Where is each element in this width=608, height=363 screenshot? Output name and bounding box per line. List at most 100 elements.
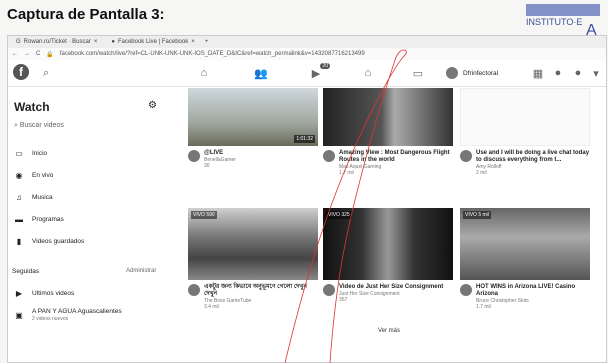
sidebar-item-label: Ultimos videos bbox=[32, 289, 75, 297]
notification-badge: 20 bbox=[320, 63, 330, 69]
tab-facebook[interactable]: ● Facebook Live | Facebook × bbox=[107, 39, 198, 45]
back-icon[interactable]: ← bbox=[12, 51, 18, 57]
reaction-count: 30 bbox=[204, 163, 210, 170]
facebook-logo-icon[interactable]: f bbox=[13, 64, 29, 80]
sidebar-item-label: En vivo bbox=[32, 171, 54, 179]
institution-stamp: INSTITUTO·E A bbox=[526, 4, 604, 39]
sidebar-item-sub: 2 videos nuevos bbox=[32, 316, 69, 322]
gear-icon[interactable]: ⚙ bbox=[148, 100, 157, 111]
manage-link[interactable]: Administrar bbox=[126, 268, 156, 274]
sidebar-item-label: Inicio bbox=[32, 149, 48, 157]
video-thumbnail[interactable] bbox=[460, 88, 590, 146]
search-placeholder: Buscar videos bbox=[19, 122, 64, 129]
video-title[interactable]: @LIVE bbox=[204, 150, 236, 157]
sidebar-item-label: A PAN Y AGUA Aguascalientes bbox=[32, 308, 122, 315]
forward-icon[interactable]: → bbox=[24, 51, 30, 57]
messenger-icon[interactable]: ● bbox=[550, 67, 566, 79]
sidebar-item-label: Programas bbox=[32, 215, 64, 223]
watch-sidebar: Watch ⚙ ⌕ Buscar videos ▭ Inicio ◉ En vivo… bbox=[8, 86, 168, 362]
close-icon[interactable]: × bbox=[94, 39, 98, 45]
facebook-icon: ● bbox=[111, 39, 115, 45]
menu-grid-icon[interactable]: ▦ bbox=[530, 67, 546, 80]
sidebar-item-inicio[interactable]: ▭ Inicio bbox=[14, 148, 47, 158]
home-icon[interactable]: ⌂ bbox=[196, 67, 212, 79]
stamp-logo bbox=[526, 4, 600, 16]
reaction-count: 357 bbox=[339, 297, 348, 304]
watch-icon[interactable]: ▶ 20 bbox=[308, 63, 330, 80]
video-card[interactable]: VIVO 590 একটুর জন্য কিভাবে অনুভূমণে গেলো… bbox=[188, 208, 318, 310]
reaction-count: 1.7 mil bbox=[339, 170, 354, 177]
video-title[interactable]: Video de Just Her Size Consignment bbox=[339, 284, 443, 291]
channel-avatar[interactable] bbox=[460, 284, 472, 296]
url-text[interactable]: facebook.com/watch/live/?ref=CL-UNK-UNK-… bbox=[60, 51, 365, 57]
chevron-down-icon[interactable]: ▾ bbox=[588, 67, 604, 80]
sidebar-item-pan-y-agua[interactable]: ▣ A PAN Y AGUA Aguascalientes 2 videos nue… bbox=[14, 308, 122, 322]
channel-avatar[interactable] bbox=[188, 284, 200, 296]
reaction-count: 1.7 mil bbox=[476, 304, 491, 311]
video-card[interactable]: VIVO 325 Video de Just Her Size Consignm… bbox=[323, 208, 453, 303]
avatar[interactable] bbox=[446, 67, 458, 79]
video-title[interactable]: একটুর জন্য কিভাবে অনুভূমণে গেলো দেখুন দে… bbox=[204, 284, 318, 298]
sidebar-item-label: Videos guardados bbox=[32, 237, 85, 245]
search-input[interactable]: ⌕ Buscar videos bbox=[14, 122, 64, 130]
reaction-count: 3.4 mil bbox=[204, 304, 219, 311]
shows-icon: ▬ bbox=[15, 214, 23, 224]
video-grid: 1:01:32 @LIVE BenellaGamer 30 Amazing View… bbox=[178, 86, 606, 362]
marketplace-icon[interactable]: ⌂ bbox=[360, 67, 376, 79]
new-tab-icon[interactable]: + bbox=[205, 39, 209, 45]
facebook-topbar: f ⌕ ⌂ 👥 ▶ 20 ⌂ ▭ Dfrinfectoral ▦ ● ● ▾ bbox=[8, 60, 606, 87]
video-thumbnail[interactable]: VIVO 590 bbox=[188, 208, 318, 280]
channel-avatar[interactable] bbox=[323, 284, 335, 296]
tab-search[interactable]: G Rowan.ro/Ticket · Buscar × bbox=[12, 39, 101, 45]
sidebar-item-musica[interactable]: ♫ Musica bbox=[14, 192, 53, 202]
sidebar-item-guardados[interactable]: ▮ Videos guardados bbox=[14, 236, 85, 246]
browser-window: G Rowan.ro/Ticket · Buscar × ● Facebook Liv… bbox=[7, 35, 607, 363]
video-title[interactable]: Use and I will be doing a live chat toda… bbox=[476, 150, 590, 164]
video-thumbnail[interactable]: VIVO 5 mil bbox=[460, 208, 590, 280]
page-caption: Captura de Pantalla 3: bbox=[7, 6, 165, 23]
search-icon[interactable]: ⌕ bbox=[38, 67, 54, 79]
video-thumbnail[interactable]: 1:01:32 bbox=[188, 88, 318, 146]
stamp-text: INSTITUTO·E bbox=[526, 17, 583, 27]
profile-name[interactable]: Dfrinfectoral bbox=[463, 70, 498, 77]
live-badge: VIVO 5 mil bbox=[463, 211, 491, 219]
sidebar-item-label: Musica bbox=[32, 193, 53, 201]
close-icon[interactable]: × bbox=[191, 39, 195, 45]
channel-avatar[interactable] bbox=[188, 150, 200, 162]
duration-label: 1:01:32 bbox=[294, 135, 315, 143]
video-thumbnail[interactable] bbox=[323, 88, 453, 146]
sidebar-item-latest[interactable]: ▶ Ultimos videos bbox=[14, 288, 74, 298]
page-title: Watch bbox=[14, 100, 50, 114]
video-title[interactable]: HOT WINS in Arizona LIVE! Casino Arizona bbox=[476, 284, 590, 298]
video-card[interactable]: 1:01:32 @LIVE BenellaGamer 30 bbox=[188, 88, 318, 169]
tv-icon: ▭ bbox=[15, 148, 23, 158]
video-card[interactable]: Amazing View : Most Dangerous Flight Rou… bbox=[323, 88, 453, 176]
google-icon: G bbox=[16, 39, 21, 45]
video-thumbnail[interactable]: VIVO 325 bbox=[323, 208, 453, 280]
page-avatar-icon: ▣ bbox=[15, 310, 23, 320]
tab-label: Facebook Live | Facebook bbox=[117, 39, 189, 45]
sidebar-item-en-vivo[interactable]: ◉ En vivo bbox=[14, 170, 54, 180]
bell-icon[interactable]: ● bbox=[570, 67, 586, 79]
gaming-icon[interactable]: ▭ bbox=[410, 67, 426, 80]
tab-strip: G Rowan.ro/Ticket · Buscar × ● Facebook Liv… bbox=[8, 36, 606, 48]
live-badge: VIVO 325 bbox=[326, 211, 352, 219]
reaction-count: 2 mil bbox=[476, 170, 487, 177]
sidebar-item-programas[interactable]: ▬ Programas bbox=[14, 214, 64, 224]
following-heading: Seguidas bbox=[12, 268, 40, 275]
live-icon: ◉ bbox=[15, 170, 23, 180]
live-badge: VIVO 590 bbox=[191, 211, 217, 219]
tab-label: Rowan.ro/Ticket · Buscar bbox=[23, 39, 91, 45]
music-icon: ♫ bbox=[16, 192, 22, 202]
see-more-link[interactable]: Ver más bbox=[378, 328, 400, 334]
friends-icon[interactable]: 👥 bbox=[253, 67, 269, 80]
video-card[interactable]: Use and I will be doing a live chat toda… bbox=[460, 88, 590, 176]
channel-avatar[interactable] bbox=[323, 150, 335, 162]
bookmark-icon: ▮ bbox=[16, 236, 22, 246]
reload-icon[interactable]: C bbox=[36, 51, 40, 57]
play-icon: ▶ bbox=[15, 288, 23, 298]
lock-icon: 🔒 bbox=[46, 51, 54, 58]
channel-avatar[interactable] bbox=[460, 150, 472, 162]
video-card[interactable]: VIVO 5 mil HOT WINS in Arizona LIVE! Cas… bbox=[460, 208, 590, 310]
video-title[interactable]: Amazing View : Most Dangerous Flight Rou… bbox=[339, 150, 453, 164]
